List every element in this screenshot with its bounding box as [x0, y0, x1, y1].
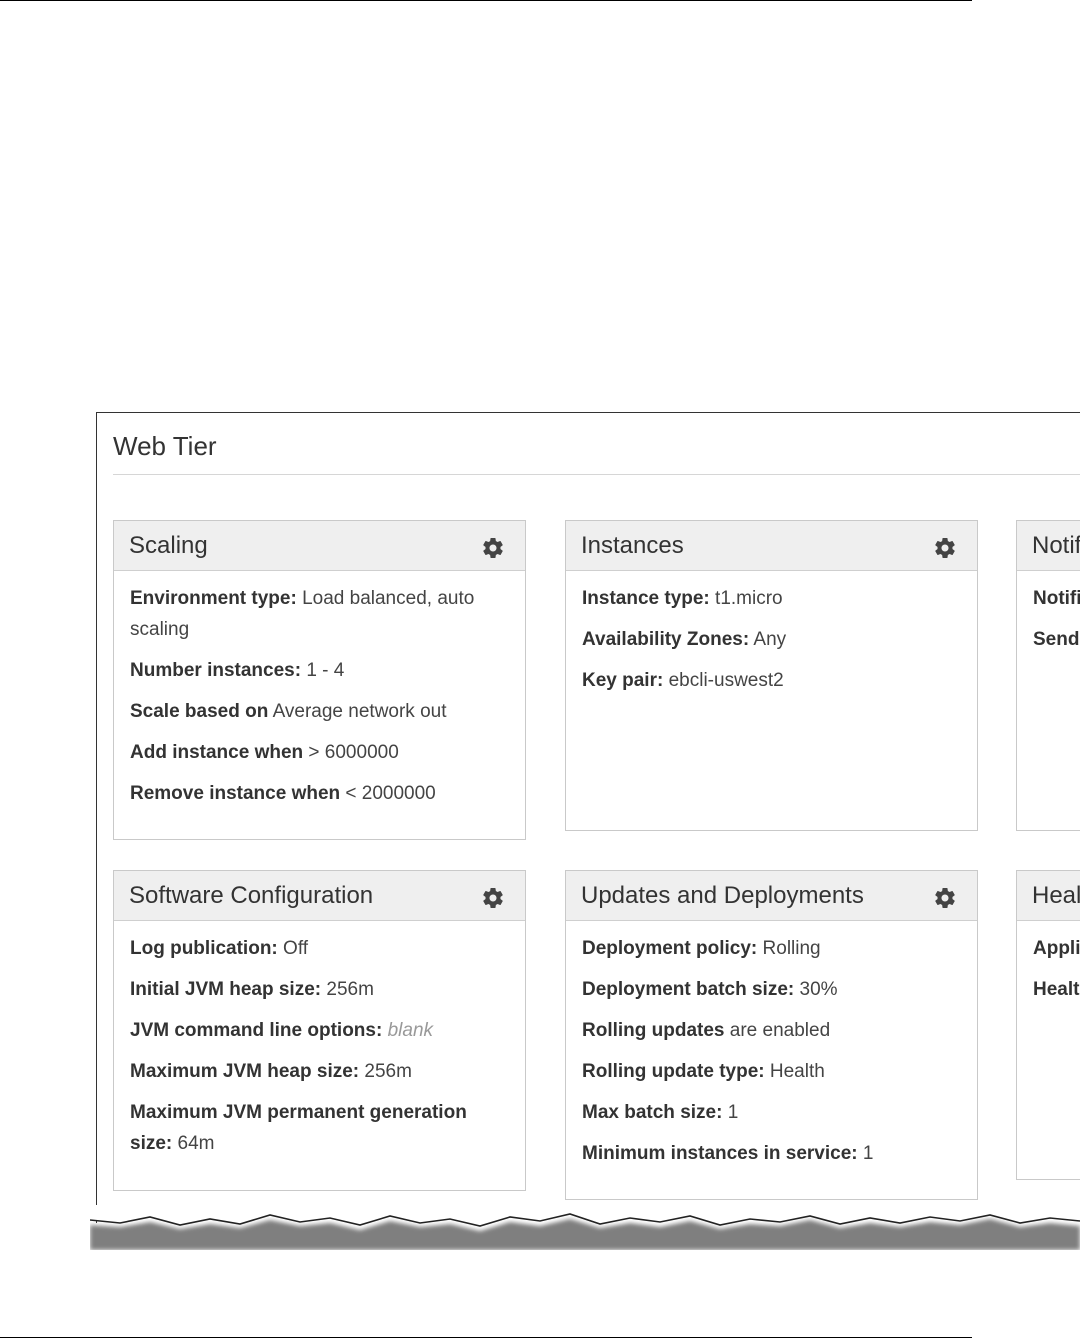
setting-label: Scale based on — [130, 701, 269, 722]
torn-edge-decoration — [90, 1205, 1080, 1250]
setting-value: Load balanced, auto — [302, 588, 475, 609]
setting-value: 1 — [727, 1102, 739, 1123]
setting-label: Maximum JVM permanent generation — [130, 1102, 467, 1123]
notifications-panel: Notif Notifi Send — [1016, 520, 1080, 831]
health-panel-header: Heal — [1017, 871, 1080, 921]
setting-row: Availability Zones: Any — [582, 624, 961, 655]
gear-icon[interactable] — [933, 536, 957, 560]
setting-label: Instance type: — [582, 588, 710, 609]
gear-icon[interactable] — [481, 886, 505, 910]
setting-value: ebcli-uswest2 — [668, 670, 784, 691]
setting-label: Number instances: — [130, 660, 302, 681]
instances-panel: Instances Instance type: t1.micro Availa… — [565, 520, 978, 831]
setting-row: Remove instance when < 2000000 — [130, 778, 509, 809]
page-top-rule — [0, 0, 972, 1]
setting-row: Healt — [1033, 974, 1080, 1005]
setting-label: Key pair: — [582, 670, 664, 691]
setting-label: Log publication: — [130, 938, 278, 959]
setting-value: are enabled — [729, 1020, 831, 1041]
setting-row: Maximum JVM permanent generation size: 6… — [130, 1097, 509, 1159]
setting-value: t1.micro — [715, 588, 783, 609]
setting-row: Instance type: t1.micro — [582, 583, 961, 614]
setting-label: Remove instance when — [130, 783, 341, 804]
setting-row: Environment type: Load balanced, auto sc… — [130, 583, 509, 645]
setting-value-blank: blank — [387, 1020, 434, 1041]
setting-value: Any — [753, 629, 787, 650]
setting-row: Minimum instances in service: 1 — [582, 1138, 961, 1169]
updates-deployments-panel-header: Updates and Deployments — [566, 871, 977, 921]
setting-row: Rolling update type: Health — [582, 1056, 961, 1087]
setting-label: Rolling updates — [582, 1020, 725, 1041]
setting-label: Add instance when — [130, 742, 304, 763]
setting-row: Initial JVM heap size: 256m — [130, 974, 509, 1005]
panel-title: Instances — [581, 532, 684, 559]
updates-deployments-panel: Updates and Deployments Deployment polic… — [565, 870, 978, 1200]
setting-row: Deployment batch size: 30% — [582, 974, 961, 1005]
setting-row: Key pair: ebcli-uswest2 — [582, 665, 961, 696]
setting-row: Deployment policy: Rolling — [582, 933, 961, 964]
setting-row: Scale based on Average network out — [130, 696, 509, 727]
setting-value: 30% — [799, 979, 838, 1000]
setting-value: 64m — [177, 1133, 215, 1154]
setting-row: JVM command line options: blank — [130, 1015, 509, 1046]
setting-label: Rolling update type: — [582, 1061, 765, 1082]
setting-row: Notifi — [1033, 583, 1080, 614]
setting-label: Appli — [1033, 938, 1080, 959]
setting-row: Log publication: Off — [130, 933, 509, 964]
notifications-panel-header: Notif — [1017, 521, 1080, 571]
setting-label: Maximum JVM heap size: — [130, 1061, 360, 1082]
tier-title: Web Tier — [113, 431, 217, 461]
panel-title: Updates and Deployments — [581, 882, 864, 909]
panel-title: Scaling — [129, 532, 208, 559]
setting-value: < 2000000 — [345, 783, 436, 804]
setting-label-wrap: size: — [130, 1133, 173, 1154]
setting-value: 1 — [862, 1143, 874, 1164]
setting-label: Deployment batch size: — [582, 979, 795, 1000]
setting-label: Notifi — [1033, 588, 1080, 609]
setting-value-wrap: scaling — [130, 619, 190, 640]
setting-label: Environment type: — [130, 588, 297, 609]
setting-value: 1 - 4 — [306, 660, 345, 681]
setting-label: Availability Zones: — [582, 629, 750, 650]
scaling-panel-header: Scaling — [114, 521, 525, 571]
web-tier-screenshot: Web Tier Scaling Environment type: Load … — [96, 412, 1080, 1223]
setting-row: Rolling updates are enabled — [582, 1015, 961, 1046]
setting-value: Health — [769, 1061, 825, 1082]
gear-icon[interactable] — [933, 886, 957, 910]
gear-icon[interactable] — [481, 536, 505, 560]
setting-value: Average network out — [272, 701, 447, 722]
software-configuration-panel-header: Software Configuration — [114, 871, 525, 921]
panel-title: Heal — [1032, 882, 1080, 909]
setting-label: Minimum instances in service: — [582, 1143, 858, 1164]
setting-row: Add instance when > 6000000 — [130, 737, 509, 768]
tier-divider — [113, 474, 1080, 475]
setting-value: > 6000000 — [308, 742, 399, 763]
setting-label: Send — [1033, 629, 1080, 650]
health-panel: Heal Appli Healt — [1016, 870, 1080, 1180]
panel-title: Notif — [1032, 532, 1080, 559]
setting-value: Rolling — [762, 938, 821, 959]
setting-value: 256m — [326, 979, 374, 1000]
setting-label: Healt — [1033, 979, 1080, 1000]
setting-row: Number instances: 1 - 4 — [130, 655, 509, 686]
software-configuration-panel: Software Configuration Log publication: … — [113, 870, 526, 1191]
scaling-panel: Scaling Environment type: Load balanced,… — [113, 520, 526, 840]
setting-label: JVM command line options: — [130, 1020, 383, 1041]
setting-row: Send — [1033, 624, 1080, 655]
setting-row: Maximum JVM heap size: 256m — [130, 1056, 509, 1087]
panel-title: Software Configuration — [129, 882, 374, 909]
setting-label: Deployment policy: — [582, 938, 758, 959]
setting-label: Initial JVM heap size: — [130, 979, 322, 1000]
page-bottom-rule — [0, 1337, 972, 1338]
instances-panel-header: Instances — [566, 521, 977, 571]
setting-label: Max batch size: — [582, 1102, 723, 1123]
setting-row: Max batch size: 1 — [582, 1097, 961, 1128]
setting-value: 256m — [364, 1061, 412, 1082]
setting-value: Off — [283, 938, 309, 959]
setting-row: Appli — [1033, 933, 1080, 964]
